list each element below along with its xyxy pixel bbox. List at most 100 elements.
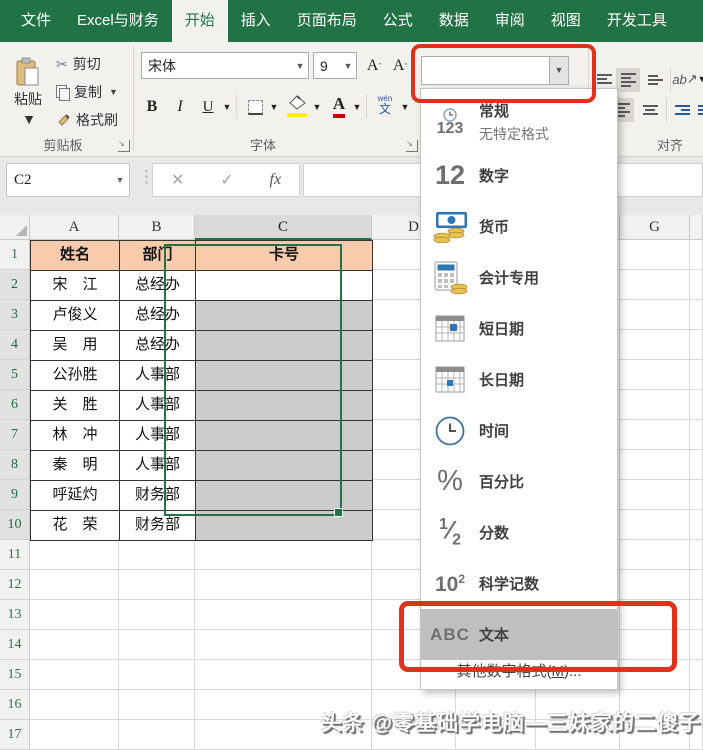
cell[interactable] <box>620 480 690 510</box>
row-header-17[interactable]: 17 <box>0 720 30 750</box>
cell[interactable] <box>620 330 690 360</box>
menu-item-科学记数[interactable]: 102 科学记数 <box>421 558 617 609</box>
cut-button[interactable]: ✂ 剪切 <box>56 52 101 76</box>
name-cell[interactable]: 林 冲 <box>31 421 120 451</box>
dept-cell[interactable]: 人事部 <box>120 421 196 451</box>
card-cell[interactable] <box>196 511 373 541</box>
menu-item-百分比[interactable]: % 百分比 <box>421 456 617 507</box>
name-cell[interactable]: 吴 用 <box>31 331 120 361</box>
row-header-5[interactable]: 5 <box>0 360 30 390</box>
column-header-partial[interactable] <box>690 215 703 240</box>
font-color-button[interactable]: A <box>327 92 351 118</box>
card-cell[interactable] <box>196 271 373 301</box>
cell[interactable] <box>620 240 690 270</box>
cell[interactable] <box>30 540 119 570</box>
decrease-font-size-button[interactable]: Aˇ <box>388 54 412 78</box>
cell[interactable] <box>119 660 195 690</box>
cell[interactable] <box>620 510 690 540</box>
cell[interactable] <box>620 420 690 450</box>
table-header-姓名[interactable]: 姓名 <box>31 241 120 271</box>
tab-数据[interactable]: 数据 <box>426 0 482 42</box>
increase-font-size-button[interactable]: Aˆ <box>362 54 386 78</box>
cell[interactable] <box>690 540 703 570</box>
cell[interactable] <box>690 390 703 420</box>
font-name-combo[interactable]: 宋体 ▼ <box>141 52 309 79</box>
cell[interactable] <box>119 570 195 600</box>
row-header-3[interactable]: 3 <box>0 300 30 330</box>
borders-button[interactable] <box>243 95 267 119</box>
cell[interactable] <box>30 600 119 630</box>
cell[interactable] <box>30 570 119 600</box>
row-header-13[interactable]: 13 <box>0 600 30 630</box>
cell[interactable] <box>195 630 372 660</box>
name-cell[interactable]: 卢俊义 <box>31 301 120 331</box>
row-header-10[interactable]: 10 <box>0 510 30 540</box>
menu-item-文本[interactable]: ABC 文本 <box>421 609 617 660</box>
row-header-2[interactable]: 2 <box>0 270 30 300</box>
tab-Excel与财务[interactable]: Excel与财务 <box>64 0 172 42</box>
menu-item-分数[interactable]: 1⁄2 分数 <box>421 507 617 558</box>
dept-cell[interactable]: 人事部 <box>120 451 196 481</box>
cell[interactable] <box>119 690 195 720</box>
number-format-dropdown-arrow[interactable]: ▼ <box>549 57 568 84</box>
cell[interactable] <box>620 450 690 480</box>
cell[interactable] <box>620 630 690 660</box>
font-color-dropdown-arrow[interactable]: ▼ <box>351 95 363 119</box>
insert-function-button[interactable]: fx <box>270 171 282 189</box>
name-cell[interactable]: 公孙胜 <box>31 361 120 391</box>
cell[interactable] <box>119 540 195 570</box>
cell[interactable] <box>690 510 703 540</box>
name-cell[interactable]: 宋 江 <box>31 271 120 301</box>
table-header-卡号[interactable]: 卡号 <box>196 241 373 271</box>
row-header-4[interactable]: 4 <box>0 330 30 360</box>
menu-item-长日期[interactable]: 长日期 <box>421 354 617 405</box>
row-header-6[interactable]: 6 <box>0 390 30 420</box>
fill-color-dropdown-arrow[interactable]: ▼ <box>311 95 323 119</box>
middle-align-button[interactable] <box>616 68 640 92</box>
top-align-button[interactable] <box>594 68 614 90</box>
orientation-dropdown-arrow[interactable]: ▼ <box>697 68 703 90</box>
increase-indent-button[interactable] <box>694 98 703 122</box>
cell[interactable] <box>195 600 372 630</box>
cell[interactable] <box>195 660 372 690</box>
cell[interactable] <box>690 660 703 690</box>
column-header-C[interactable]: C <box>195 215 372 240</box>
underline-dropdown-arrow[interactable]: ▼ <box>221 95 233 119</box>
more-number-formats-item[interactable]: 其他数字格式(M)... <box>421 657 617 689</box>
copy-dropdown-arrow[interactable]: ▼ <box>109 87 118 97</box>
cell[interactable] <box>620 540 690 570</box>
row-header-7[interactable]: 7 <box>0 420 30 450</box>
tab-审阅[interactable]: 审阅 <box>482 0 538 42</box>
card-cell[interactable] <box>196 361 373 391</box>
row-header-14[interactable]: 14 <box>0 630 30 660</box>
borders-dropdown-arrow[interactable]: ▼ <box>268 95 280 119</box>
card-cell[interactable] <box>196 481 373 511</box>
cell[interactable] <box>620 570 690 600</box>
tab-开发工具[interactable]: 开发工具 <box>594 0 680 42</box>
cell[interactable] <box>30 660 119 690</box>
cell[interactable] <box>690 240 703 270</box>
copy-button[interactable]: 复制 ▼ <box>56 80 118 104</box>
row-header-15[interactable]: 15 <box>0 660 30 690</box>
phonetic-guide-button[interactable]: wén 文 <box>372 92 398 118</box>
menu-item-货币[interactable]: 货币 <box>421 201 617 252</box>
dept-cell[interactable]: 总经办 <box>120 331 196 361</box>
cell[interactable] <box>620 600 690 630</box>
dept-cell[interactable]: 总经办 <box>120 301 196 331</box>
cell[interactable] <box>119 630 195 660</box>
tab-开始[interactable]: 开始 <box>171 0 228 42</box>
cell[interactable] <box>690 480 703 510</box>
row-header-8[interactable]: 8 <box>0 450 30 480</box>
name-cell[interactable]: 花 荣 <box>31 511 120 541</box>
cell[interactable] <box>690 420 703 450</box>
menu-item-会计专用[interactable]: 会计专用 <box>421 252 617 303</box>
dept-cell[interactable]: 总经办 <box>120 271 196 301</box>
cell[interactable] <box>690 360 703 390</box>
cell[interactable] <box>119 600 195 630</box>
tab-公式[interactable]: 公式 <box>370 0 426 42</box>
enter-icon[interactable]: ✓ <box>220 170 233 190</box>
italic-button[interactable]: I <box>168 95 192 119</box>
column-header-B[interactable]: B <box>119 215 195 240</box>
dept-cell[interactable]: 财务部 <box>120 511 196 541</box>
dept-cell[interactable]: 人事部 <box>120 361 196 391</box>
